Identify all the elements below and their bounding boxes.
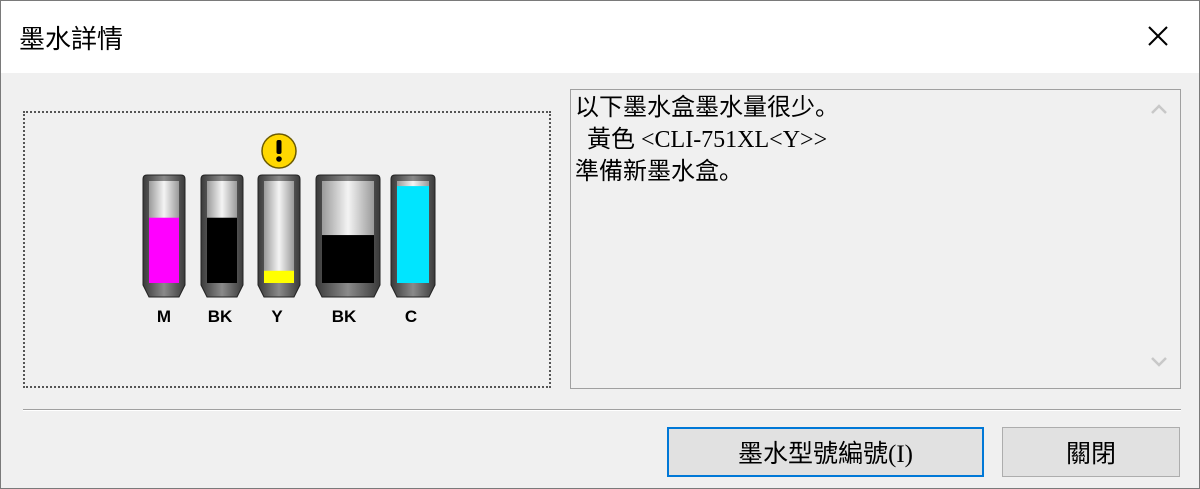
ink-cartridge-2	[200, 174, 244, 298]
message-box[interactable]: 以下墨水盒墨水量很少。 黃色 <CLI-751XL<Y>> 準備新墨水盒。	[570, 89, 1181, 389]
close-icon	[1148, 26, 1168, 46]
close-window-button[interactable]	[1127, 15, 1189, 59]
cartridge-window	[264, 181, 294, 283]
message-scrollbar[interactable]	[1139, 90, 1180, 388]
message-line-1: 以下墨水盒墨水量很少。	[575, 95, 839, 121]
ink-cartridge-3	[257, 174, 301, 298]
ink-label-c: C	[404, 307, 418, 326]
chevron-up-icon[interactable]	[1150, 102, 1168, 116]
chevron-down-icon[interactable]	[1150, 355, 1168, 369]
ink-level-graphic	[142, 133, 436, 298]
ink-model-number-button[interactable]: 墨水型號編號(I)	[667, 427, 984, 477]
ink-details-dialog: 墨水詳情 M BK Y BK C 以下墨水盒墨水量很少。 黃色 <CLI-751…	[0, 0, 1200, 489]
ink-level-fill	[397, 186, 429, 283]
ink-level-fill	[149, 217, 179, 283]
ink-cartridge-4	[315, 174, 381, 298]
message-line-3: 準備新墨水盒。	[575, 159, 743, 185]
footer-separator	[23, 409, 1181, 411]
ink-label-bk-large: BK	[331, 307, 357, 326]
ink-cartridge-5	[390, 174, 436, 298]
title-bar: 墨水詳情	[1, 1, 1199, 73]
warning-icon	[261, 133, 297, 169]
ink-level-fill	[322, 235, 374, 283]
ink-label-y: Y	[271, 307, 283, 326]
ink-label-bk: BK	[207, 307, 233, 326]
window-title: 墨水詳情	[19, 25, 124, 55]
message-line-2: 黃色 <CLI-751XL<Y>>	[575, 127, 828, 153]
ink-level-fill	[264, 270, 294, 283]
ink-level-fill	[207, 217, 237, 283]
ink-cartridge-1	[142, 174, 186, 298]
ink-level-panel: M BK Y BK C	[23, 111, 551, 388]
close-button[interactable]: 關閉	[1002, 427, 1180, 477]
ink-label-m: M	[156, 307, 172, 326]
